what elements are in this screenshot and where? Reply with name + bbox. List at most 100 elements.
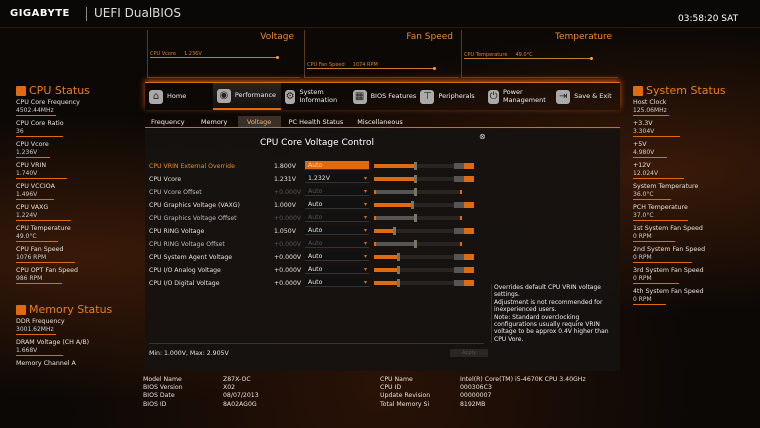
footer-values: Z87X-OC X02 08/07/2013 8A02AG0G <box>223 376 259 409</box>
setting-input-value: Auto <box>308 279 323 286</box>
slider-handle[interactable] <box>413 240 417 248</box>
setting-current-value: 1.050V <box>274 228 296 235</box>
setting-label[interactable]: CPU Vcore Offset <box>149 189 202 196</box>
nav-system-information[interactable]: ⚙ System Information <box>281 83 349 110</box>
performance-icon: ◉ <box>216 88 231 103</box>
nav-label: System Information <box>299 88 338 104</box>
slider-handle[interactable] <box>397 279 400 287</box>
tab-miscellaneous[interactable]: Miscellaneous <box>351 116 409 127</box>
voltage-slider <box>374 214 462 222</box>
setting-label[interactable]: CPU RING Voltage <box>149 228 204 235</box>
nav-label: Performance <box>234 90 277 99</box>
setting-input[interactable]: 1.232V ▾ <box>305 174 369 183</box>
slider-fill <box>376 255 397 259</box>
slider-handle[interactable] <box>413 162 417 170</box>
nav-power-management[interactable]: ⏻ Power Management <box>484 83 552 110</box>
setting-label[interactable]: CPU VRIN External Override <box>149 163 235 170</box>
clock: 03:58:20 SAT <box>678 14 739 24</box>
power-icon: ⏻ <box>488 89 499 104</box>
setting-label[interactable]: CPU RING Voltage Offset <box>149 241 225 248</box>
tab-pc-health-status[interactable]: PC Health Status <box>283 116 350 127</box>
slider-handle[interactable] <box>413 175 417 183</box>
status-item: CPU VAXG 1.224V <box>16 204 126 221</box>
status-item: Memory Channel A <box>16 360 126 367</box>
voltage-slider[interactable] <box>374 162 462 170</box>
nav-label: Power Management <box>502 88 546 104</box>
graph-point <box>590 57 593 60</box>
tab-voltage[interactable]: Voltage <box>237 116 281 127</box>
status-item: DDR Frequency 3001.62MHz <box>16 318 126 335</box>
status-label: 4th System Fan Speed <box>633 288 704 295</box>
setting-current-value: 1.000V <box>274 202 296 209</box>
info-label: BIOS Version <box>143 384 183 392</box>
status-value: 37.0°C <box>633 211 688 221</box>
graph-point <box>276 56 279 59</box>
status-label: CPU Core Ratio <box>16 120 64 127</box>
setting-label[interactable]: CPU Graphics Voltage Offset <box>149 215 237 222</box>
setting-label[interactable]: CPU Vcore <box>149 176 181 183</box>
status-value: 0 RPM <box>633 295 666 305</box>
status-value: 3001.62MHz <box>16 326 56 335</box>
close-icon[interactable]: ⊗ <box>479 132 486 141</box>
setting-label[interactable]: CPU System Agent Voltage <box>149 254 232 261</box>
setting-input[interactable]: Auto ▾ <box>305 161 369 170</box>
toggle-switch[interactable] <box>454 176 474 182</box>
status-item: +5V 4.980V <box>633 141 753 158</box>
graph-line <box>150 57 278 58</box>
slider-handle[interactable] <box>413 188 417 196</box>
setting-label[interactable]: CPU Graphics Voltage (VAXG) <box>149 202 240 209</box>
status-value: 125.06MHz <box>633 107 669 116</box>
nav-peripherals[interactable]: ⊤ Peripherals <box>416 83 484 110</box>
slider-fill <box>376 268 397 272</box>
info-label: Model Name <box>143 376 182 383</box>
home-icon: ⌂ <box>149 89 163 104</box>
nav-performance[interactable]: ◉ Performance <box>212 83 281 110</box>
setting-input-value: Auto <box>308 214 323 221</box>
setting-input[interactable]: Auto ▾ <box>305 226 369 235</box>
nav-home[interactable]: ⌂ Home <box>145 83 213 110</box>
toggle-switch[interactable] <box>454 254 474 260</box>
slider-handle[interactable] <box>397 253 400 261</box>
voltage-slider[interactable] <box>374 253 462 261</box>
status-label: 2nd System Fan Speed <box>633 246 706 253</box>
info-value: 00000007 <box>460 392 492 400</box>
status-label: CPU OPT Fan Speed <box>16 267 79 274</box>
slider-handle[interactable] <box>413 214 417 222</box>
settings-panel: CPU Core Voltage Control ⊗ CPU VRIN Exte… <box>145 129 620 371</box>
status-label: PCH Temperature <box>633 204 688 211</box>
status-label: +5V <box>633 141 647 148</box>
setting-input[interactable]: Auto ▾ <box>305 252 369 261</box>
slider-handle[interactable] <box>397 266 400 274</box>
status-item: CPU Core Ratio 36 <box>16 120 126 137</box>
voltage-slider[interactable] <box>374 175 462 183</box>
status-label: CPU VRIN <box>16 162 47 169</box>
tab-memory[interactable]: Memory <box>193 116 236 127</box>
tab-frequency[interactable]: Frequency <box>145 116 191 127</box>
setting-current-value: +0.000V <box>274 254 302 261</box>
status-item: PCH Temperature 37.0°C <box>633 204 753 221</box>
status-label: Host Clock <box>633 99 667 106</box>
status-value: 1.496V <box>16 190 54 200</box>
voltage-slider[interactable] <box>374 201 462 209</box>
nav-save-exit[interactable]: ⇥ Save & Exit <box>552 83 620 110</box>
toggle-switch[interactable] <box>454 267 474 273</box>
slider-handle[interactable] <box>411 201 415 209</box>
nav-bios-features[interactable]: ▦ BIOS Features <box>349 83 417 110</box>
toggle-switch[interactable] <box>454 202 474 208</box>
chevron-down-icon: ▾ <box>363 279 367 286</box>
setting-input[interactable]: Auto ▾ <box>305 265 369 274</box>
slider-handle[interactable] <box>392 227 396 235</box>
status-label: System Temperature <box>633 183 699 190</box>
peripherals-icon: ⊤ <box>420 89 435 104</box>
setting-input[interactable]: Auto ▾ <box>305 278 369 287</box>
setting-input[interactable]: Auto ▾ <box>305 200 369 209</box>
setting-label[interactable]: CPU I/O Digital Voltage <box>149 280 220 287</box>
toggle-switch[interactable] <box>454 228 474 234</box>
toggle-switch[interactable] <box>454 280 474 286</box>
apply-button[interactable]: Apply <box>450 349 488 357</box>
voltage-slider[interactable] <box>374 227 462 235</box>
toggle-switch[interactable] <box>454 163 474 169</box>
voltage-slider[interactable] <box>374 266 462 274</box>
setting-label[interactable]: CPU I/O Analog Voltage <box>149 267 221 274</box>
voltage-slider[interactable] <box>374 279 462 287</box>
